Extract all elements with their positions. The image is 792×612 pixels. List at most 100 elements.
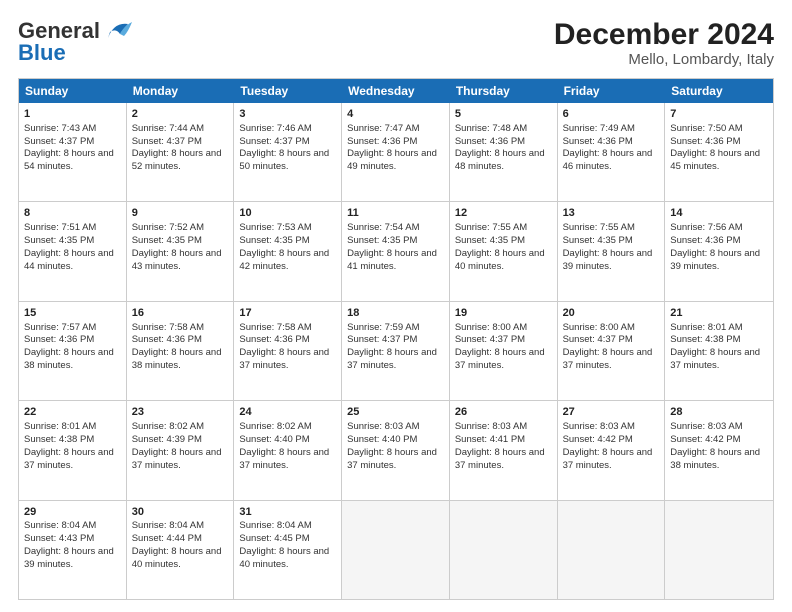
header-sunday: Sunday <box>19 79 127 103</box>
daylight: Daylight: 8 hours and 43 minutes. <box>132 248 222 272</box>
sunset: Sunset: 4:45 PM <box>239 533 309 544</box>
cal-cell-day-6: 6 Sunrise: 7:49 AM Sunset: 4:36 PM Dayli… <box>558 103 666 201</box>
daylight: Daylight: 8 hours and 38 minutes. <box>132 347 222 371</box>
day-number: 15 <box>24 306 121 321</box>
sunset: Sunset: 4:44 PM <box>132 533 202 544</box>
calendar-body: 1 Sunrise: 7:43 AM Sunset: 4:37 PM Dayli… <box>19 103 773 599</box>
cal-cell-day-11: 11 Sunrise: 7:54 AM Sunset: 4:35 PM Dayl… <box>342 202 450 300</box>
day-number: 2 <box>132 107 229 122</box>
cal-cell-day-19: 19 Sunrise: 8:00 AM Sunset: 4:37 PM Dayl… <box>450 302 558 400</box>
cal-row-5: 29 Sunrise: 8:04 AM Sunset: 4:43 PM Dayl… <box>19 501 773 599</box>
day-number: 3 <box>239 107 336 122</box>
sunrise: Sunrise: 7:58 AM <box>239 322 311 333</box>
day-number: 9 <box>132 206 229 221</box>
day-number: 4 <box>347 107 444 122</box>
cal-cell-day-15: 15 Sunrise: 7:57 AM Sunset: 4:36 PM Dayl… <box>19 302 127 400</box>
cal-cell-day-24: 24 Sunrise: 8:02 AM Sunset: 4:40 PM Dayl… <box>234 401 342 499</box>
sunset: Sunset: 4:35 PM <box>24 235 94 246</box>
day-number: 13 <box>563 206 660 221</box>
daylight: Daylight: 8 hours and 40 minutes. <box>239 546 329 570</box>
day-number: 20 <box>563 306 660 321</box>
cal-row-3: 15 Sunrise: 7:57 AM Sunset: 4:36 PM Dayl… <box>19 302 773 401</box>
sunset: Sunset: 4:36 PM <box>670 235 740 246</box>
daylight: Daylight: 8 hours and 49 minutes. <box>347 148 437 172</box>
cal-cell-day-9: 9 Sunrise: 7:52 AM Sunset: 4:35 PM Dayli… <box>127 202 235 300</box>
daylight: Daylight: 8 hours and 40 minutes. <box>455 248 545 272</box>
day-number: 7 <box>670 107 768 122</box>
sunset: Sunset: 4:42 PM <box>670 434 740 445</box>
cal-cell-day-16: 16 Sunrise: 7:58 AM Sunset: 4:36 PM Dayl… <box>127 302 235 400</box>
calendar-header: Sunday Monday Tuesday Wednesday Thursday… <box>19 79 773 103</box>
sunrise: Sunrise: 7:43 AM <box>24 123 96 134</box>
cal-row-2: 8 Sunrise: 7:51 AM Sunset: 4:35 PM Dayli… <box>19 202 773 301</box>
daylight: Daylight: 8 hours and 46 minutes. <box>563 148 653 172</box>
sunset: Sunset: 4:35 PM <box>563 235 633 246</box>
daylight: Daylight: 8 hours and 37 minutes. <box>455 347 545 371</box>
day-number: 26 <box>455 405 552 420</box>
page-title: December 2024 <box>554 18 774 51</box>
sunset: Sunset: 4:36 PM <box>455 136 525 147</box>
cal-cell-day-3: 3 Sunrise: 7:46 AM Sunset: 4:37 PM Dayli… <box>234 103 342 201</box>
calendar: Sunday Monday Tuesday Wednesday Thursday… <box>18 78 774 600</box>
sunrise: Sunrise: 8:04 AM <box>132 520 204 531</box>
sunrise: Sunrise: 8:03 AM <box>455 421 527 432</box>
sunrise: Sunrise: 8:01 AM <box>24 421 96 432</box>
sunrise: Sunrise: 7:47 AM <box>347 123 419 134</box>
daylight: Daylight: 8 hours and 39 minutes. <box>563 248 653 272</box>
day-number: 31 <box>239 505 336 520</box>
daylight: Daylight: 8 hours and 54 minutes. <box>24 148 114 172</box>
cal-cell-empty-4-5 <box>558 501 666 599</box>
header: General Blue December 2024 Mello, Lombar… <box>18 18 774 68</box>
cal-cell-day-7: 7 Sunrise: 7:50 AM Sunset: 4:36 PM Dayli… <box>665 103 773 201</box>
daylight: Daylight: 8 hours and 48 minutes. <box>455 148 545 172</box>
sunrise: Sunrise: 7:50 AM <box>670 123 742 134</box>
sunset: Sunset: 4:37 PM <box>24 136 94 147</box>
sunset: Sunset: 4:39 PM <box>132 434 202 445</box>
sunrise: Sunrise: 7:54 AM <box>347 222 419 233</box>
sunrise: Sunrise: 8:04 AM <box>239 520 311 531</box>
day-number: 19 <box>455 306 552 321</box>
header-monday: Monday <box>127 79 235 103</box>
header-wednesday: Wednesday <box>342 79 450 103</box>
sunset: Sunset: 4:35 PM <box>347 235 417 246</box>
sunrise: Sunrise: 8:01 AM <box>670 322 742 333</box>
daylight: Daylight: 8 hours and 37 minutes. <box>239 347 329 371</box>
sunset: Sunset: 4:37 PM <box>239 136 309 147</box>
sunset: Sunset: 4:37 PM <box>347 334 417 345</box>
sunrise: Sunrise: 8:02 AM <box>239 421 311 432</box>
sunset: Sunset: 4:42 PM <box>563 434 633 445</box>
cal-cell-day-4: 4 Sunrise: 7:47 AM Sunset: 4:36 PM Dayli… <box>342 103 450 201</box>
daylight: Daylight: 8 hours and 37 minutes. <box>132 447 222 471</box>
day-number: 18 <box>347 306 444 321</box>
page: General Blue December 2024 Mello, Lombar… <box>0 0 792 612</box>
sunrise: Sunrise: 8:02 AM <box>132 421 204 432</box>
sunset: Sunset: 4:36 PM <box>132 334 202 345</box>
cal-row-1: 1 Sunrise: 7:43 AM Sunset: 4:37 PM Dayli… <box>19 103 773 202</box>
sunset: Sunset: 4:37 PM <box>563 334 633 345</box>
logo: General Blue <box>18 18 132 66</box>
day-number: 25 <box>347 405 444 420</box>
day-number: 5 <box>455 107 552 122</box>
day-number: 30 <box>132 505 229 520</box>
sunset: Sunset: 4:35 PM <box>239 235 309 246</box>
cal-cell-empty-4-6 <box>665 501 773 599</box>
cal-cell-day-14: 14 Sunrise: 7:56 AM Sunset: 4:36 PM Dayl… <box>665 202 773 300</box>
daylight: Daylight: 8 hours and 40 minutes. <box>132 546 222 570</box>
cal-cell-day-28: 28 Sunrise: 8:03 AM Sunset: 4:42 PM Dayl… <box>665 401 773 499</box>
sunrise: Sunrise: 7:44 AM <box>132 123 204 134</box>
cal-cell-day-31: 31 Sunrise: 8:04 AM Sunset: 4:45 PM Dayl… <box>234 501 342 599</box>
day-number: 8 <box>24 206 121 221</box>
sunset: Sunset: 4:36 PM <box>563 136 633 147</box>
cal-cell-day-27: 27 Sunrise: 8:03 AM Sunset: 4:42 PM Dayl… <box>558 401 666 499</box>
cal-cell-day-30: 30 Sunrise: 8:04 AM Sunset: 4:44 PM Dayl… <box>127 501 235 599</box>
cal-row-4: 22 Sunrise: 8:01 AM Sunset: 4:38 PM Dayl… <box>19 401 773 500</box>
sunset: Sunset: 4:38 PM <box>24 434 94 445</box>
cal-cell-day-1: 1 Sunrise: 7:43 AM Sunset: 4:37 PM Dayli… <box>19 103 127 201</box>
sunrise: Sunrise: 7:52 AM <box>132 222 204 233</box>
day-number: 6 <box>563 107 660 122</box>
logo-text-blue: Blue <box>18 40 132 66</box>
day-number: 10 <box>239 206 336 221</box>
header-friday: Friday <box>558 79 666 103</box>
sunset: Sunset: 4:36 PM <box>24 334 94 345</box>
header-thursday: Thursday <box>450 79 558 103</box>
